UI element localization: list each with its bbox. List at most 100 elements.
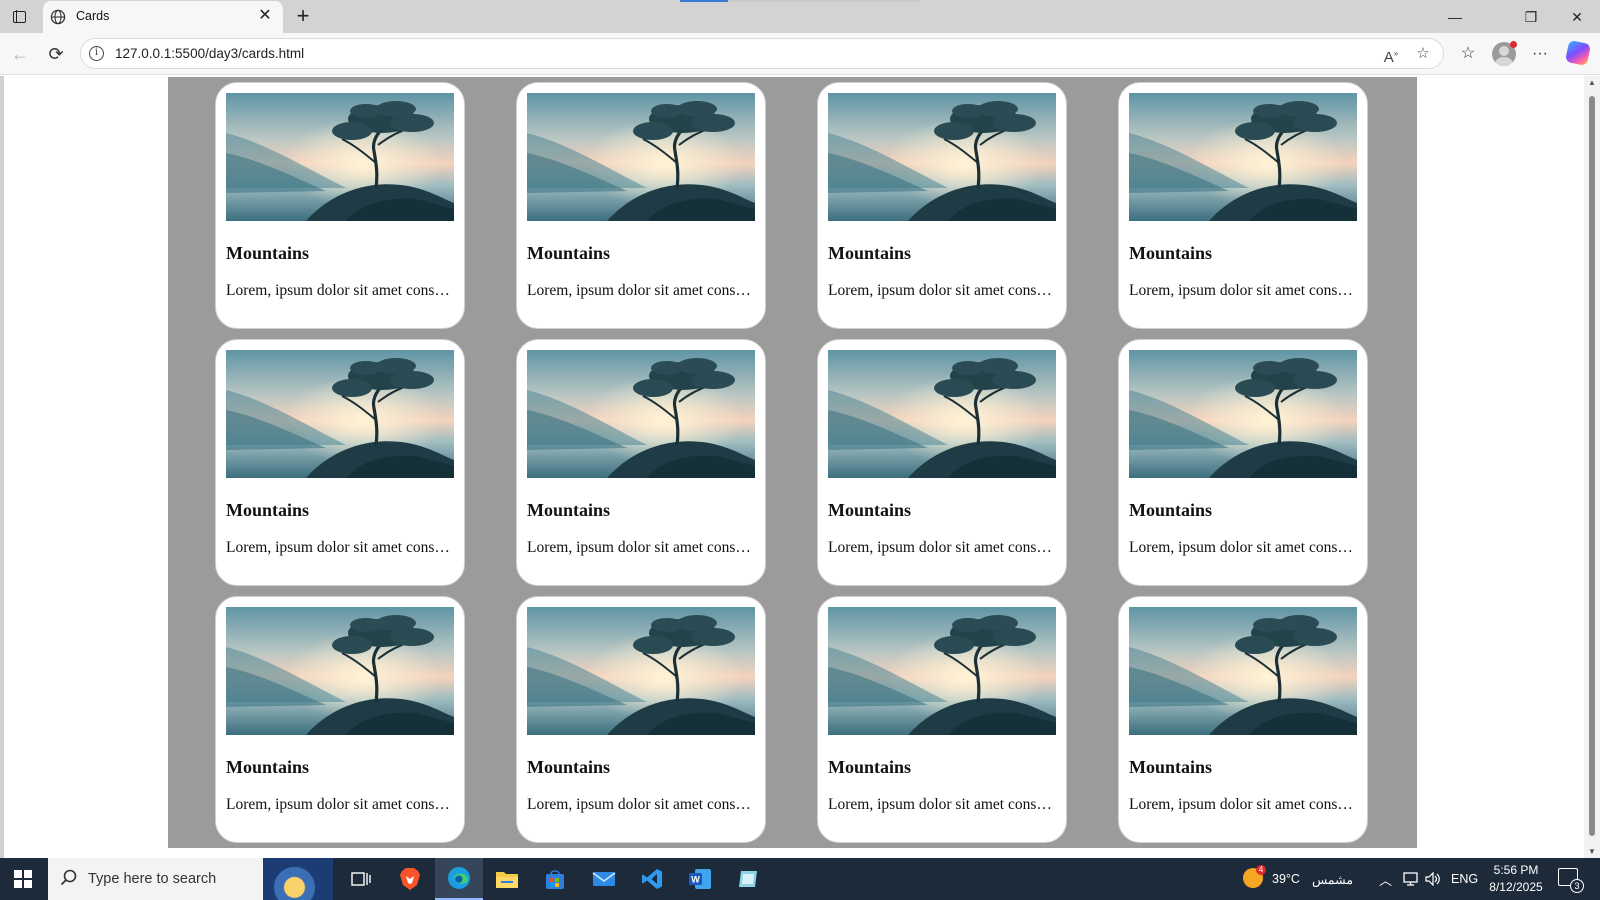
tab-title: Cards [76, 9, 110, 23]
minimize-button[interactable]: — [1441, 5, 1469, 29]
card-title: Mountains [828, 500, 912, 520]
card-text: Lorem, ipsum dolor sit amet consectetur … [828, 796, 1056, 813]
address-toolbar: ← ⟳ i 127.0.0.1:5500/day3/cards.html A» … [0, 33, 1600, 75]
taskbar-search[interactable]: Type here to search [48, 858, 333, 900]
restore-button[interactable]: ❐ [1517, 5, 1545, 29]
card-text: Lorem, ipsum dolor sit amet consectetur … [226, 796, 454, 813]
card-image [527, 350, 755, 478]
app-icon[interactable] [724, 858, 772, 900]
scroll-up-icon[interactable]: ▲ [1587, 78, 1597, 87]
read-aloud-icon[interactable]: A» [1379, 43, 1403, 66]
card-text: Lorem, ipsum dolor sit amet consectetur … [1129, 539, 1357, 556]
card-title: Mountains [828, 243, 912, 263]
scroll-thumb[interactable] [1589, 96, 1595, 836]
tab-loading-indicator [680, 0, 920, 2]
tray-overflow-icon[interactable]: ︿ [1379, 858, 1392, 900]
language-indicator[interactable]: ENG [1451, 858, 1478, 900]
card: Mountains Lorem, ipsum dolor sit amet con… [215, 82, 465, 329]
vertical-scrollbar[interactable]: ▲ ▼ [1584, 76, 1600, 858]
card: Mountains Lorem, ipsum dolor sit amet con… [1118, 339, 1368, 586]
windows-start-icon[interactable] [14, 870, 32, 888]
card-image [527, 607, 755, 735]
favorites-icon[interactable]: ☆ [1454, 41, 1482, 67]
card-image [828, 607, 1056, 735]
network-icon[interactable] [1403, 858, 1421, 900]
search-placeholder: Type here to search [88, 871, 217, 887]
more-icon[interactable]: ··· [1526, 41, 1554, 67]
vscode-icon[interactable] [628, 858, 676, 900]
card-text: Lorem, ipsum dolor sit amet consectetur … [527, 282, 755, 299]
card-title: Mountains [828, 757, 912, 777]
close-window-button[interactable]: ✕ [1563, 5, 1591, 29]
card: Mountains Lorem, ipsum dolor sit amet con… [215, 596, 465, 843]
globe-icon [50, 9, 66, 25]
info-icon[interactable]: i [89, 46, 104, 61]
card-title: Mountains [527, 757, 611, 777]
card-image [828, 93, 1056, 221]
card-title: Mountains [226, 500, 310, 520]
task-view-icon[interactable] [337, 858, 385, 900]
card-title: Mountains [226, 757, 310, 777]
scroll-down-icon[interactable]: ▼ [1587, 847, 1597, 856]
card: Mountains Lorem, ipsum dolor sit amet con… [215, 339, 465, 586]
edge-browser-icon[interactable] [435, 858, 483, 900]
search-icon [60, 869, 77, 886]
copilot-icon[interactable] [1564, 39, 1592, 67]
card-image [226, 93, 454, 221]
card: Mountains Lorem, ipsum dolor sit amet con… [516, 596, 766, 843]
profile-notification-dot [1510, 41, 1517, 48]
mail-icon[interactable] [580, 858, 628, 900]
card-image [226, 607, 454, 735]
card-title: Mountains [527, 243, 611, 263]
card-text: Lorem, ipsum dolor sit amet consectetur … [1129, 282, 1357, 299]
card-text: Lorem, ipsum dolor sit amet consectetur … [828, 282, 1056, 299]
volume-icon[interactable] [1425, 858, 1441, 900]
url-text[interactable]: 127.0.0.1:5500/day3/cards.html [115, 46, 304, 61]
card-text: Lorem, ipsum dolor sit amet consectetur … [527, 796, 755, 813]
card-text: Lorem, ipsum dolor sit amet consectetur … [828, 539, 1056, 556]
card-image [226, 350, 454, 478]
card-title: Mountains [226, 243, 310, 263]
tab-strip: Cards ✕ + — ❐ ✕ [0, 0, 1600, 33]
card-title: Mountains [1129, 757, 1213, 777]
file-explorer-icon[interactable] [483, 858, 531, 900]
card-text: Lorem, ipsum dolor sit amet consectetur … [226, 539, 454, 556]
clock-date: 8/12/2025 [1489, 880, 1543, 894]
card: Mountains Lorem, ipsum dolor sit amet con… [516, 82, 766, 329]
cards-container: Mountains Lorem, ipsum dolor sit amet con… [168, 77, 1417, 848]
notification-count: 3 [1570, 879, 1584, 893]
card-title: Mountains [527, 500, 611, 520]
card: Mountains Lorem, ipsum dolor sit amet con… [516, 339, 766, 586]
card-text: Lorem, ipsum dolor sit amet consectetur … [527, 539, 755, 556]
brave-browser-icon[interactable] [386, 858, 434, 900]
card-title: Mountains [1129, 243, 1213, 263]
taskbar: Type here to search W 4 39°C مشمس ︿ ENG … [0, 858, 1600, 900]
tab-cards[interactable]: Cards ✕ [43, 1, 283, 33]
word-icon[interactable]: W [676, 858, 724, 900]
tab-close-icon[interactable]: ✕ [255, 6, 275, 26]
favorite-star-icon[interactable]: ☆ [1411, 43, 1435, 65]
new-tab-button[interactable]: + [290, 4, 316, 30]
refresh-icon[interactable]: ⟳ [42, 41, 70, 67]
weather-temperature[interactable]: 39°C [1272, 858, 1300, 900]
weather-badge: 4 [1256, 865, 1266, 875]
card-image [527, 93, 755, 221]
weather-condition[interactable]: مشمس [1312, 858, 1353, 900]
card-text: Lorem, ipsum dolor sit amet consectetur … [1129, 796, 1357, 813]
card: Mountains Lorem, ipsum dolor sit amet con… [817, 596, 1067, 843]
svg-text:W: W [691, 875, 700, 885]
card: Mountains Lorem, ipsum dolor sit amet con… [817, 82, 1067, 329]
microsoft-store-icon[interactable] [531, 858, 579, 900]
search-highlight-image [263, 858, 333, 900]
address-bar[interactable]: i 127.0.0.1:5500/day3/cards.html A» ☆ [80, 38, 1444, 69]
tab-actions-icon[interactable] [8, 7, 30, 27]
card: Mountains Lorem, ipsum dolor sit amet con… [1118, 596, 1368, 843]
taskbar-clock[interactable]: 5:56 PM 8/12/2025 [1480, 862, 1552, 896]
card-image [1129, 350, 1357, 478]
back-arrow-icon[interactable]: ← [6, 41, 34, 67]
card: Mountains Lorem, ipsum dolor sit amet con… [1118, 82, 1368, 329]
cards-grid: Mountains Lorem, ipsum dolor sit amet con… [215, 82, 1368, 843]
card-image [1129, 607, 1357, 735]
card: Mountains Lorem, ipsum dolor sit amet con… [817, 339, 1067, 586]
clock-time: 5:56 PM [1493, 863, 1539, 877]
